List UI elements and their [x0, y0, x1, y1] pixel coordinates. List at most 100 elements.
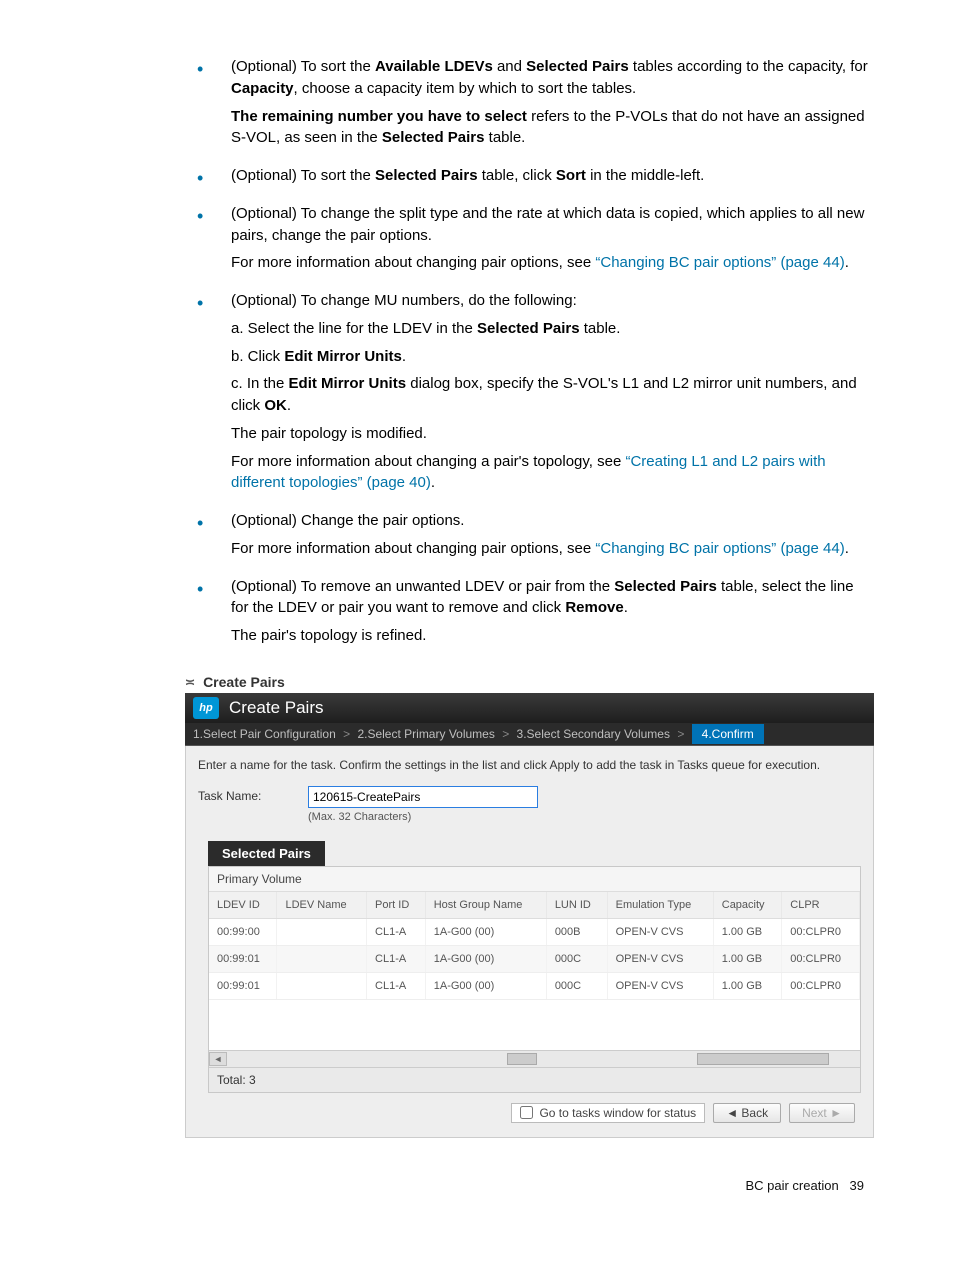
text: tables according to the capacity, for	[629, 58, 868, 75]
dialog-titlebar: hp Create Pairs	[185, 693, 874, 723]
text: table.	[580, 320, 621, 337]
table-cell	[277, 972, 367, 999]
text: .	[624, 599, 628, 616]
wizard-steps: 1.Select Pair Configuration > 2.Select P…	[185, 723, 874, 746]
text: .	[845, 254, 849, 271]
table-cell: 00:CLPR0	[782, 972, 860, 999]
text: , choose a capacity item by which to sor…	[294, 80, 637, 97]
text: Available LDEVs	[375, 58, 493, 75]
text: Edit Mirror Units	[284, 348, 402, 365]
horizontal-scrollbar[interactable]: ◄	[209, 1050, 860, 1067]
wizard-step: 2.Select Primary Volumes	[357, 727, 494, 741]
bullet-item: (Optional) To remove an unwanted LDEV or…	[185, 576, 874, 647]
col-header[interactable]: CLPR	[782, 892, 860, 919]
link-changing-bc-pair-options[interactable]: “Changing BC pair options” (page 44)	[595, 254, 844, 271]
table-cell: 1A-G00 (00)	[425, 945, 546, 972]
text: Selected Pairs	[526, 58, 629, 75]
checkbox-input[interactable]	[520, 1106, 533, 1119]
next-button[interactable]: Next ►	[789, 1103, 855, 1123]
text: For more information about changing pair…	[231, 540, 595, 557]
bullet-list: (Optional) To sort the Available LDEVs a…	[185, 56, 874, 647]
text: Selected Pairs	[614, 578, 717, 595]
text: Selected Pairs	[477, 320, 580, 337]
footer-page-number: 39	[850, 1178, 864, 1193]
col-header[interactable]: LUN ID	[546, 892, 607, 919]
text: (Optional) To change MU numbers, do the …	[231, 290, 874, 312]
text: table.	[484, 129, 525, 146]
text: Edit Mirror Units	[289, 375, 407, 392]
chevron-right-icon: >	[677, 727, 684, 741]
col-header[interactable]: Capacity	[713, 892, 782, 919]
table-cell: 000C	[546, 972, 607, 999]
table-cell: 000C	[546, 945, 607, 972]
table-cell: CL1-A	[367, 972, 426, 999]
text: Selected Pairs	[375, 167, 478, 184]
text: in the middle-left.	[586, 167, 704, 184]
text: (Optional) Change the pair options.	[231, 510, 874, 532]
chevron-right-icon: >	[343, 727, 350, 741]
table-cell: 1A-G00 (00)	[425, 918, 546, 945]
table-row[interactable]: 00:99:01CL1-A1A-G00 (00)000COPEN-V CVS1.…	[209, 945, 860, 972]
table-cell: 00:99:01	[209, 972, 277, 999]
text: c. In the	[231, 375, 289, 392]
doc-body: (Optional) To sort the Available LDEVs a…	[50, 56, 904, 647]
wizard-step: 1.Select Pair Configuration	[193, 727, 336, 741]
bullet-item: (Optional) Change the pair options. For …	[185, 510, 874, 560]
wizard-step: 3.Select Secondary Volumes	[517, 727, 670, 741]
text: .	[287, 397, 291, 414]
table-cell: OPEN-V CVS	[607, 918, 713, 945]
page-footer: BC pair creation 39	[50, 1178, 904, 1193]
text: Selected Pairs	[382, 129, 485, 146]
text: .	[845, 540, 849, 557]
text: (Optional) To remove an unwanted LDEV or…	[231, 578, 614, 595]
text: The pair topology is modified.	[231, 423, 874, 445]
bullet-item: (Optional) To sort the Selected Pairs ta…	[185, 165, 874, 187]
back-button[interactable]: ◄ Back	[713, 1103, 781, 1123]
panel-collapse-header[interactable]: ≍ Create Pairs	[185, 671, 874, 693]
table-cell: 1.00 GB	[713, 972, 782, 999]
table-cell: 00:99:01	[209, 945, 277, 972]
chevron-right-icon: >	[502, 727, 509, 741]
table-row[interactable]: 00:99:01 CL1-A1A-G00 (00)000COPEN-V CVS1.…	[209, 972, 860, 999]
tab-selected-pairs[interactable]: Selected Pairs	[208, 841, 325, 866]
scroll-left-icon[interactable]: ◄	[209, 1052, 227, 1066]
task-name-hint: (Max. 32 Characters)	[308, 811, 538, 823]
col-header[interactable]: Port ID	[367, 892, 426, 919]
task-name-input[interactable]	[308, 786, 538, 808]
table-cell: CL1-A	[367, 945, 426, 972]
dialog-footer: Go to tasks window for status ◄ Back Nex…	[198, 1093, 861, 1125]
table-row[interactable]: 00:99:00CL1-A1A-G00 (00)000BOPEN-V CVS1.…	[209, 918, 860, 945]
text: and	[493, 58, 526, 75]
col-header[interactable]: Host Group Name	[425, 892, 546, 919]
checkbox-label: Go to tasks window for status	[539, 1106, 696, 1120]
selected-pairs-table: Primary Volume LDEV ID LDEV Name Port ID…	[208, 866, 861, 1093]
bullet-item: (Optional) To change the split type and …	[185, 203, 874, 274]
table-cell: CL1-A	[367, 918, 426, 945]
col-header[interactable]: Emulation Type	[607, 892, 713, 919]
bullet-item: (Optional) To change MU numbers, do the …	[185, 290, 874, 494]
table-cell: 1.00 GB	[713, 918, 782, 945]
col-header[interactable]: LDEV ID	[209, 892, 277, 919]
table-cell	[277, 945, 367, 972]
table-total: Total: 3	[209, 1067, 860, 1092]
text: (Optional) To change the split type and …	[231, 203, 874, 247]
dialog-body: Enter a name for the task. Confirm the s…	[185, 746, 874, 1138]
link-changing-bc-pair-options-2[interactable]: “Changing BC pair options” (page 44)	[595, 540, 844, 557]
bullet-item: (Optional) To sort the Available LDEVs a…	[185, 56, 874, 149]
table-cell: OPEN-V CVS	[607, 972, 713, 999]
dialog-title: Create Pairs	[229, 698, 323, 718]
table-cell: 00:99:00	[209, 918, 277, 945]
col-header[interactable]: LDEV Name	[277, 892, 367, 919]
text: The remaining number you have to select	[231, 108, 527, 125]
wizard-step-active: 4.Confirm	[692, 724, 764, 744]
table-cell: 1A-G00 (00)	[425, 972, 546, 999]
task-name-label: Task Name:	[198, 786, 308, 803]
scroll-thumb[interactable]	[697, 1053, 829, 1065]
scroll-thumb[interactable]	[507, 1053, 537, 1065]
text: (Optional) To sort the	[231, 58, 375, 75]
text: b. Click	[231, 348, 284, 365]
text: (Optional) To sort the	[231, 167, 375, 184]
go-to-tasks-checkbox[interactable]: Go to tasks window for status	[511, 1103, 705, 1123]
table-subheader: Primary Volume	[209, 867, 860, 892]
text: a. Select the line for the LDEV in the	[231, 320, 477, 337]
